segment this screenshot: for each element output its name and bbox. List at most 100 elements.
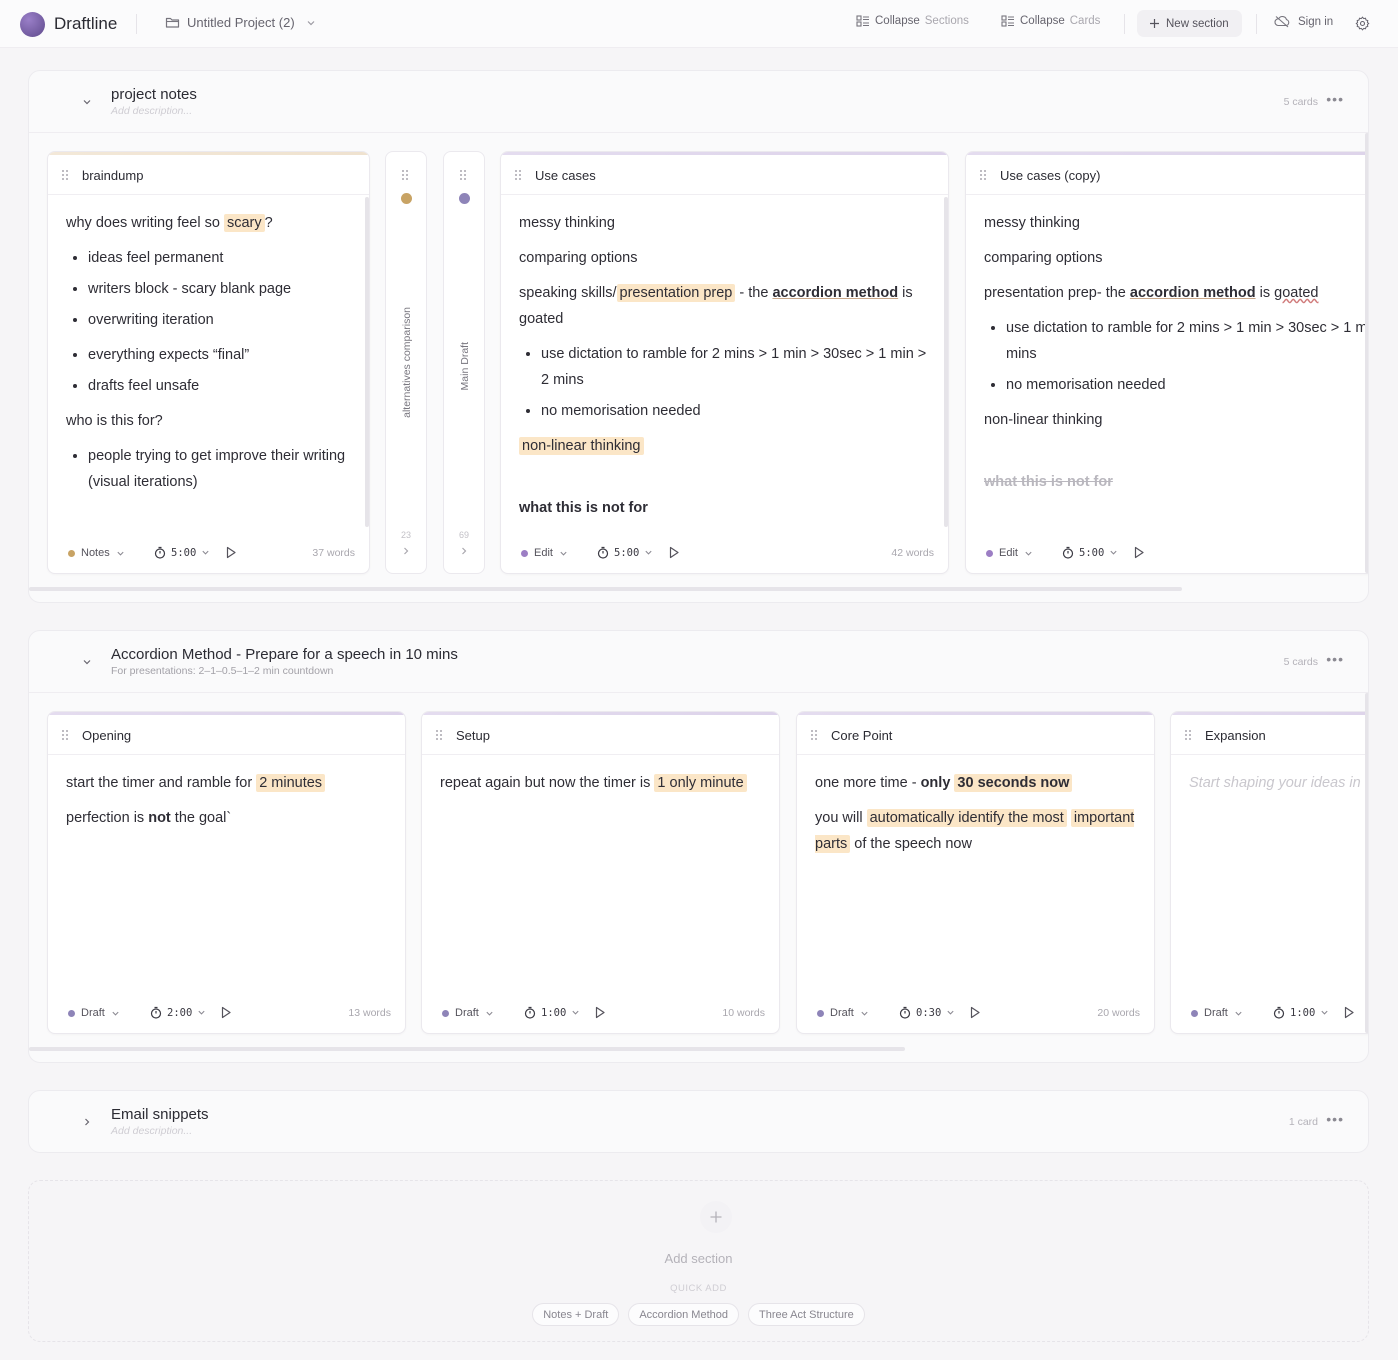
stopwatch-icon (1273, 1006, 1285, 1019)
timer-dropdown[interactable]: 5:00 (1062, 546, 1118, 559)
section-header: Email snippets Add description... 1 card… (29, 1091, 1368, 1152)
drag-handle-icon[interactable] (459, 169, 467, 181)
status-dropdown[interactable]: Edit (521, 547, 568, 559)
card-braindump: braindump why does writing feel so scary… (47, 151, 370, 574)
chevron-down-icon (1235, 1011, 1242, 1016)
add-section-label[interactable]: Add section (29, 1251, 1368, 1266)
play-icon[interactable] (969, 1006, 981, 1019)
card-title[interactable]: Use cases (535, 168, 596, 183)
section-title[interactable]: Accordion Method - Prepare for a speech … (111, 646, 458, 663)
play-icon[interactable] (594, 1006, 606, 1019)
card-editor[interactable]: messy thinking comparing options speakin… (519, 210, 932, 530)
stopwatch-icon (899, 1006, 911, 1019)
status-dropdown[interactable]: Draft (817, 1007, 869, 1019)
status-dot (68, 1009, 75, 1017)
chevron-down-icon[interactable] (81, 96, 93, 108)
card-editor[interactable]: messy thinking comparing options present… (984, 210, 1368, 504)
play-icon[interactable] (1343, 1006, 1355, 1019)
settings-gear-icon[interactable] (1355, 16, 1370, 31)
chevron-down-icon (112, 1011, 119, 1016)
horizontal-scrollbar[interactable] (29, 587, 1182, 591)
timer-dropdown[interactable]: 0:30 (899, 1006, 955, 1019)
drag-handle-icon[interactable] (514, 169, 522, 181)
chevron-down-icon (198, 1010, 205, 1015)
card-count: 5 cards (1283, 656, 1318, 668)
card-title[interactable]: Setup (456, 728, 490, 743)
card-title[interactable]: Core Point (831, 728, 892, 743)
play-icon[interactable] (220, 1006, 232, 1019)
card-editor[interactable]: Start shaping your ideas in (1189, 770, 1368, 805)
card-footer: Edit 5:00 42 words (501, 535, 948, 573)
card-title: alternatives comparison (401, 307, 413, 418)
card-scrollbar[interactable] (365, 197, 369, 527)
sign-in-button[interactable]: Sign in (1274, 15, 1333, 28)
chevron-right-icon[interactable] (459, 546, 469, 556)
status-dropdown[interactable]: Draft (68, 1007, 120, 1019)
card-editor[interactable]: one more time - only 30 seconds now you … (815, 770, 1138, 866)
drag-handle-icon[interactable] (61, 729, 69, 741)
more-options-icon[interactable]: ••• (1326, 91, 1344, 107)
card-use-cases: Use cases messy thinking comparing optio… (500, 151, 949, 574)
card-title[interactable]: Expansion (1205, 728, 1266, 743)
card-editor[interactable]: start the timer and ramble for 2 minutes… (66, 770, 389, 840)
section-vertical-scrollbar[interactable] (1365, 133, 1368, 573)
card-title[interactable]: braindump (82, 168, 143, 183)
chevron-down-icon (202, 550, 209, 555)
drag-handle-icon[interactable] (979, 169, 987, 181)
card-collapsed-main-draft[interactable]: Main Draft 69 (443, 151, 485, 574)
drag-handle-icon[interactable] (1184, 729, 1192, 741)
drag-handle-icon[interactable] (401, 169, 409, 181)
play-icon[interactable] (1133, 546, 1145, 559)
card-footer: Draft 2:00 13 words (48, 995, 405, 1033)
timer-dropdown[interactable]: 5:00 (597, 546, 653, 559)
play-icon[interactable] (668, 546, 680, 559)
section-vertical-scrollbar[interactable] (1365, 693, 1368, 1033)
section-description[interactable]: Add description... (111, 1125, 192, 1137)
quick-add-notes-draft[interactable]: Notes + Draft (532, 1303, 620, 1326)
status-dropdown[interactable]: Draft (1191, 1007, 1243, 1019)
section-description[interactable]: Add description... (111, 105, 192, 117)
collapse-cards-button[interactable]: Collapse Cards (1001, 15, 1100, 27)
horizontal-scrollbar[interactable] (29, 1047, 905, 1051)
timer-dropdown[interactable]: 2:00 (150, 1006, 206, 1019)
chevron-right-icon[interactable] (81, 1116, 93, 1128)
timer-dropdown[interactable]: 5:00 (154, 546, 210, 559)
status-dropdown[interactable]: Notes (68, 547, 125, 559)
section-description[interactable]: For presentations: 2–1–0.5–1–2 min count… (111, 665, 333, 677)
timer-dropdown[interactable]: 1:00 (524, 1006, 580, 1019)
card-collapsed-alternatives-comparison[interactable]: alternatives comparison 23 (385, 151, 427, 574)
play-icon[interactable] (225, 546, 237, 559)
card-scrollbar[interactable] (944, 197, 948, 527)
section-title[interactable]: Email snippets (111, 1106, 209, 1123)
add-section-area: Add section QUICK ADD Notes + Draft Acco… (28, 1180, 1369, 1342)
chevron-right-icon[interactable] (401, 546, 411, 556)
more-options-icon[interactable]: ••• (1326, 1111, 1344, 1127)
card-header: Use cases (copy) (966, 155, 1368, 195)
card-editor[interactable]: repeat again but now the timer is 1 only… (440, 770, 763, 805)
status-dot (68, 549, 75, 557)
card-title[interactable]: Opening (82, 728, 131, 743)
more-options-icon[interactable]: ••• (1326, 651, 1344, 667)
drag-handle-icon[interactable] (810, 729, 818, 741)
chevron-down-icon[interactable] (81, 656, 93, 668)
card-footer: Draft 0:30 20 words (797, 995, 1154, 1033)
drag-handle-icon[interactable] (61, 169, 69, 181)
timer-dropdown[interactable]: 1:00 (1273, 1006, 1329, 1019)
drag-handle-icon[interactable] (435, 729, 443, 741)
project-switcher[interactable]: Untitled Project (2) (165, 15, 316, 30)
chevron-down-icon (560, 551, 567, 556)
card-count: 1 card (1288, 1116, 1318, 1128)
collapse-sections-button[interactable]: Collapse Sections (856, 15, 969, 27)
chevron-down-icon (947, 1010, 954, 1015)
quick-add-accordion-method[interactable]: Accordion Method (628, 1303, 739, 1326)
status-dot (986, 549, 993, 557)
status-dropdown[interactable]: Edit (986, 547, 1033, 559)
card-editor[interactable]: why does writing feel so scary? ideas fe… (66, 210, 353, 504)
quick-add-three-act-structure[interactable]: Three Act Structure (748, 1303, 865, 1326)
section-title[interactable]: project notes (111, 86, 197, 103)
status-dropdown[interactable]: Draft (442, 1007, 494, 1019)
section-accordion-method: Accordion Method - Prepare for a speech … (28, 630, 1369, 1063)
card-title[interactable]: Use cases (copy) (1000, 168, 1100, 183)
add-section-button[interactable] (700, 1201, 732, 1233)
new-section-button[interactable]: New section (1137, 10, 1242, 37)
